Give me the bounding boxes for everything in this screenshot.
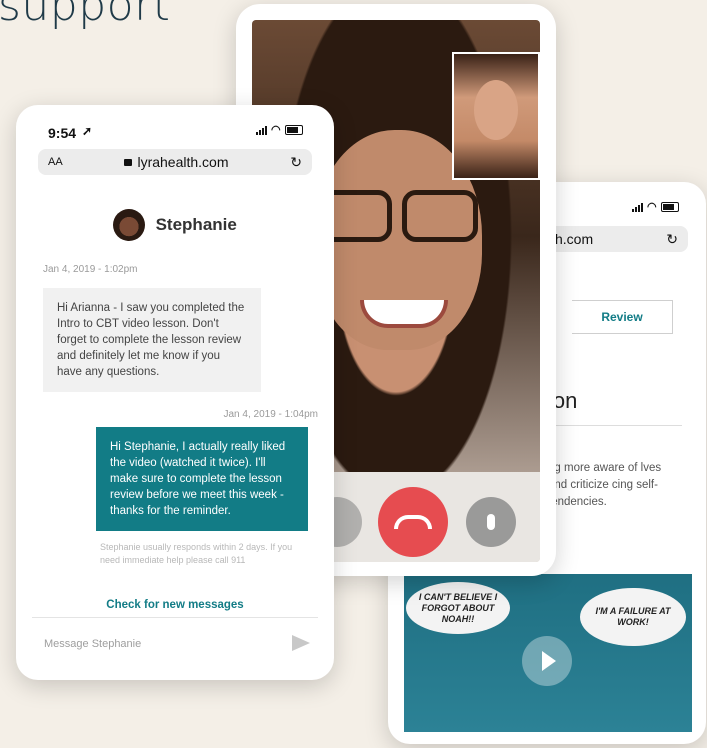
message-timestamp: Jan 4, 2019 - 1:04pm (223, 409, 318, 420)
thought-bubble-left: I CAN'T BELIEVE I FORGOT ABOUT NOAH!! (406, 582, 510, 634)
self-view-video[interactable] (452, 52, 540, 180)
outgoing-message: Hi Stephanie, I actually really liked th… (96, 427, 308, 531)
chat-phone: 9:54 ➚ ◠ AA lyrahealth.com ↻ Stephanie J… (16, 105, 334, 680)
url-text: lyrahealth.com (137, 154, 229, 170)
response-time-note: Stephanie usually responds within 2 days… (100, 542, 293, 565)
compose-bar: Message Stephanie (32, 617, 318, 670)
lesson-body-text: ng more aware of lves and criticize cing… (548, 462, 662, 508)
play-icon[interactable] (522, 636, 572, 686)
send-icon[interactable] (292, 635, 310, 651)
tab-review[interactable]: Review (572, 300, 673, 334)
self-view-face (474, 80, 518, 140)
location-icon: ➚ (82, 124, 93, 138)
divider (548, 425, 682, 426)
url-bar[interactable]: lth.com ↻ (538, 226, 688, 252)
message-timestamp: Jan 4, 2019 - 1:02pm (43, 264, 138, 275)
page-headline: support (0, 0, 171, 31)
signal-icon (256, 125, 267, 135)
reload-icon[interactable]: ↻ (666, 231, 678, 248)
text-size-button[interactable]: AA (48, 156, 63, 168)
contact-name: Stephanie (155, 215, 237, 234)
message-input[interactable]: Message Stephanie (44, 638, 141, 650)
comic-video[interactable]: I CAN'T BELIEVE I FORGOT ABOUT NOAH!! I'… (404, 574, 692, 732)
signal-icon (632, 202, 643, 212)
mute-button[interactable] (466, 497, 516, 547)
url-bar[interactable]: AA lyrahealth.com ↻ (38, 149, 312, 175)
wifi-icon: ◠ (647, 200, 657, 213)
status-bar: 9:54 ➚ ◠ (16, 105, 334, 145)
avatar (113, 209, 146, 241)
incoming-message: Hi Arianna - I saw you completed the Int… (43, 288, 261, 392)
status-icons: ◠ (256, 123, 303, 136)
battery-icon (660, 202, 679, 212)
check-messages-link[interactable]: Check for new messages (16, 599, 334, 611)
chat-header: Stephanie (16, 209, 334, 241)
glasses (316, 190, 478, 242)
status-icons: ◠ (632, 200, 679, 213)
reload-icon[interactable]: ↻ (290, 154, 302, 171)
phone-hangup-icon (394, 515, 432, 529)
microphone-icon (487, 514, 495, 530)
battery-icon (284, 125, 303, 135)
thought-bubble-right: I'M A FAILURE AT WORK! (580, 588, 686, 646)
wifi-icon: ◠ (271, 123, 281, 136)
end-call-button[interactable] (378, 487, 448, 557)
status-time: 9:54 (48, 125, 77, 141)
lock-icon (124, 158, 133, 166)
